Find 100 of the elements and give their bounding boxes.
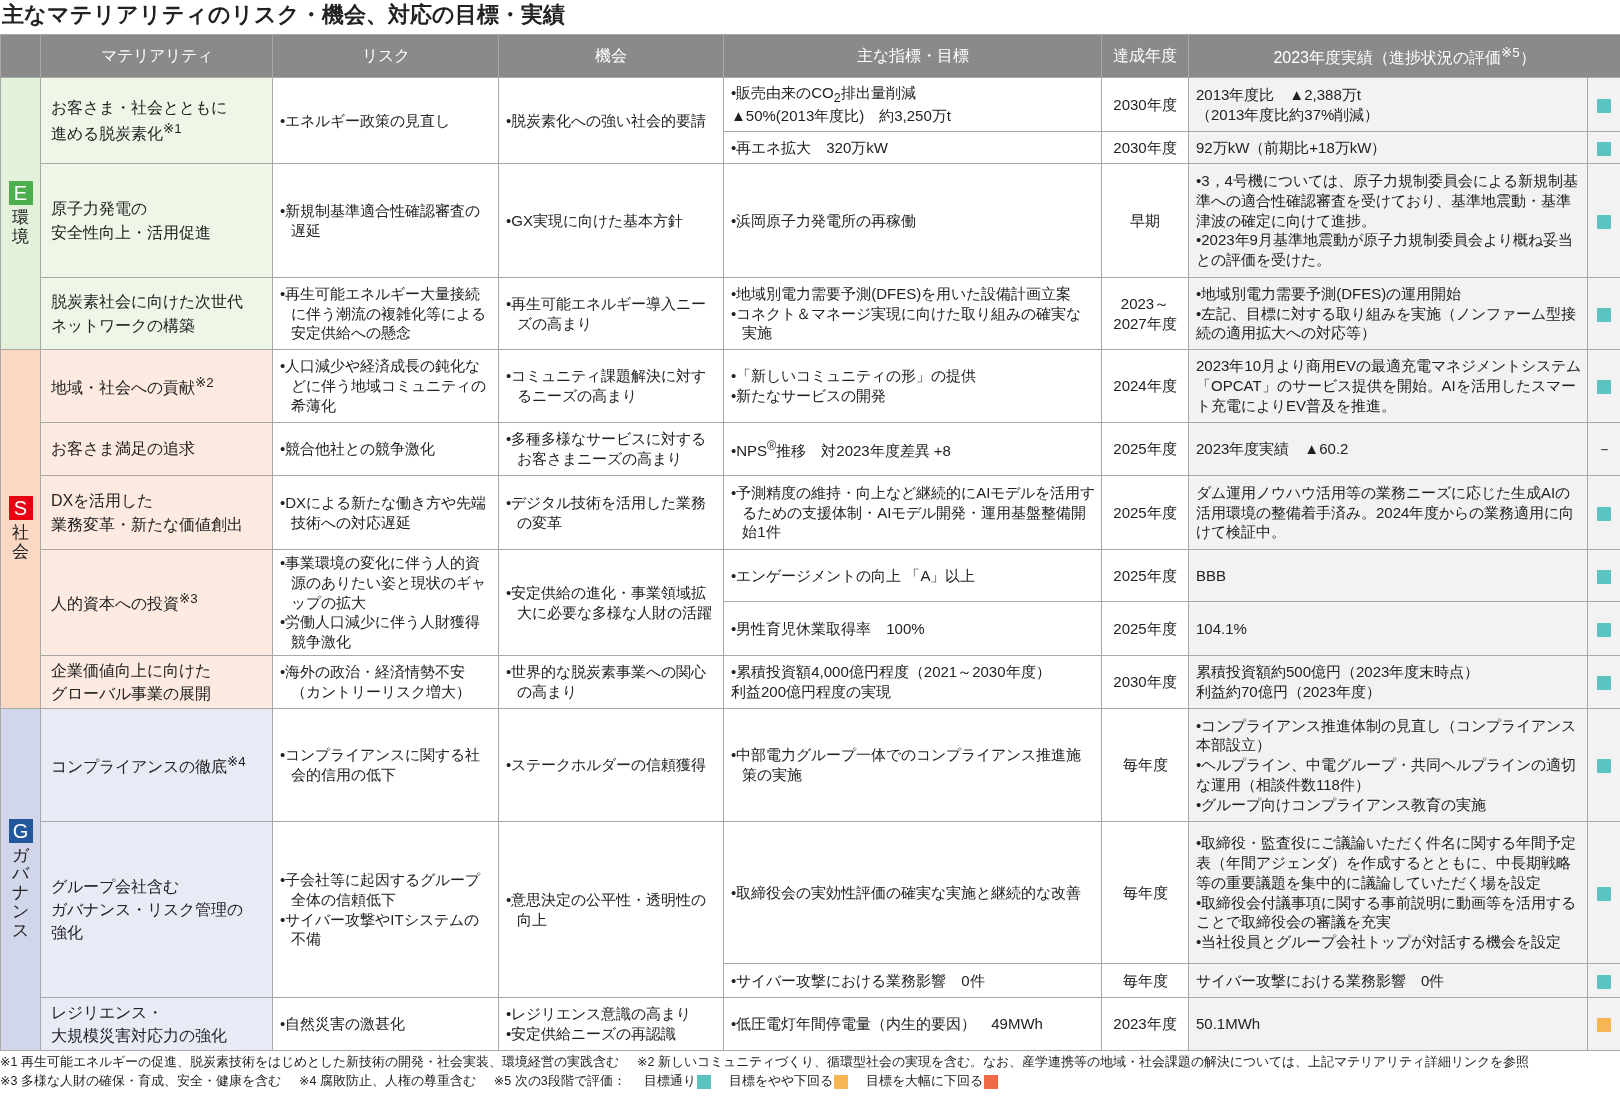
column-header: 機会 [498,34,724,78]
risk-text: •再生可能エネルギー大量接続に伴う潮流の複雑化等による安定供給への懸念 [280,283,488,344]
materiality-name: ネットワークの構築 [51,315,196,336]
materiality-name: 原子力発電の [51,199,148,220]
opportunity-text: •レジリエンス意識の高まり [506,1004,693,1024]
column-header: マテリアリティ [40,34,273,78]
result-text: 利益約70億円（2023年度） [1196,682,1383,702]
legend-label: 目標通り [643,1073,696,1090]
materiality-name: 大規模災害対応力の強化 [51,1026,228,1046]
column-header: リスク [272,34,499,78]
result-text: •グループ向けコンプライアンス教育の実施 [1196,794,1488,815]
target-text: •低圧電灯年間停電量（内生的要因） 49MWh [731,1014,1044,1034]
footnote: ※1 再生可能エネルギーの促進、脱炭素技術をはじめとした新技術の開発・社会実装、環境経営の実践含む [0,1054,619,1071]
materiality-name: お客さま満足の追求 [51,439,196,460]
result-text: ダム運用ノウハウ活用等の業務ニーズに応じた生成AIの活用環境の整備着手済み。2024年度からの業務適用に向けて検証中。 [1196,482,1576,543]
target-text: •浜岡原子力発電所の再稼働 [731,210,918,231]
risk-text: •海外の政治・経済情勢不安（カントリーリスク増大） [280,662,473,702]
footnote: ※2 新しいコミュニティづくり、循環型社会の実現を含む。なお、産学連携等の地域・社会課題の解決については、上記マテリアリティ詳細リンクを参照 [636,1054,1529,1071]
opportunity-text: •ステークホルダーの信頼獲得 [506,755,708,775]
result-text: •地域別電力需要予測(DFES)の運用開始 [1196,283,1463,304]
category-label: ガバナンス [12,846,29,941]
year-cell: 2023～ 2027年度 [1101,277,1189,350]
target-text: •新たなサービスの開発 [731,386,888,406]
opportunity-text: •デジタル技術を活用した業務の変革 [506,492,708,533]
target-text: •再エネ拡大 320万kW [731,137,889,158]
target-text: •中部電力グループ一体でのコンプライアンス推進施策の実施 [731,745,1083,785]
result-text: •取締役・監査役にご議論いただく件名に関する年間予定表（年間アジェンダ）を作成するとともに、中長期戦略等の重要議題を集中的に議論していただく場を設定 [1196,833,1578,893]
result-text: •左記、目標に対する取り組みを実施（ノンファーム型接続の適用拡大への対応等） [1196,303,1578,344]
result-text: •2023年9月基準地震動が原子力規制委員会より概ね妥当との評価を受けた。 [1196,230,1574,270]
rating-text: － [1596,440,1612,458]
result-text: 92万kW（前期比+18万kW） [1196,137,1388,158]
materiality-name: グループ会社含む [51,876,180,897]
materiality-name: 強化 [51,923,84,944]
result-text: •3，4号機については、原子力規制委員会による新規制基準への適合性確認審査を受けており、基準地震動・基準津波の確定に向けて進捗。 [1196,171,1579,231]
target-text: •「新しいコミュニティの形」の提供 [731,366,978,386]
target-text: •取締役会の実効性評価の確実な実施と継続的な改善 [731,882,1083,903]
opportunity-text: •脱炭素化への強い社会的要請 [506,110,708,131]
opportunity-text: •安定供給の進化・事業領域拡大に必要な多様な人財の活躍 [506,582,714,623]
risk-text: •自然災害の激甚化 [280,1014,407,1034]
footnote: ※5 次の3段階で評価： [493,1073,626,1090]
result-text: 2023年10月より商用EVの最適充電マネジメントシステム「OPCAT」のサービス提供を開始。AIを活用したスマート充電によりEV普及を推進。 [1196,356,1582,416]
column-header: 主な指標・目標 [723,34,1102,78]
target-text: •累積投資額4,000億円程度（2021～2030年度） [731,662,1052,682]
result-text: サイバー攻撃における業務影響 0件 [1196,970,1446,991]
result-text: （2013年度比約37%削減） [1196,104,1381,125]
result-text: •コンプライアンス推進体制の見直し（コンプライアンス本部設立） [1196,715,1578,756]
risk-text: •子会社等に起因するグループ全体の信頼低下 [280,869,482,910]
year-cell: 毎年度 [1101,821,1189,964]
materiality-name: グローバル事業の展開 [51,684,212,704]
target-text: •NPS$^{®}$推移 対2023年度差異 +8 [731,437,952,461]
year-cell: 2023年度 [1101,997,1189,1051]
risk-text: •事業環境の変化に伴う人的資源のありたい姿と現状のギャップの拡大 [280,553,488,613]
year-cell: 2025年度 [1101,475,1189,550]
target-text: •販売由来のCO$_{2}$排出量削減 [731,82,917,107]
opportunity-text: •再生可能エネルギー導入ニーズの高まり [506,293,708,334]
result-text: •ヘルプライン、中電グループ・共同ヘルプラインの適切な運用（相談件数118件） [1196,755,1578,795]
materiality-name: 脱炭素社会に向けた次世代 [51,292,244,313]
materiality-name: お客さま・社会とともに [51,97,228,118]
target-text: •コネクト＆マネージ実現に向けた取り組みの確実な実施 [731,303,1083,344]
category-label: 社会 [12,524,29,562]
materiality-name: コンプライアンスの徹底$^{※4}$ [51,752,247,778]
opportunity-text: •世界的な脱炭素事業への関心の高まり [506,662,708,702]
legend-label: 目標をやや下回る [728,1073,833,1090]
column-header: 2023年度実績（進捗状況の評価$^{※5}$） [1188,34,1620,78]
result-text: •取締役会付議事項に関する事前説明に動画等を活用することで取締役会の審議を充実 [1196,892,1578,933]
materiality-name: 安全性向上・活用促進 [51,222,212,243]
materiality-name: ガバナンス・リスク管理の [51,899,244,920]
year-cell: 2025年度 [1101,422,1189,476]
risk-text: •サイバー攻撃やITシステムの不備 [280,909,480,950]
year-cell: 2030年度 [1101,131,1189,164]
materiality-name: 進める脱炭素化$^{※1}$ [51,119,183,145]
category-label: 環境 [12,208,29,247]
target-text: •地域別電力需要予測(DFES)を用いた設備計画立案 [731,283,1073,304]
footnote: ※3 多様な人財の確保・育成、安全・健康を含む [0,1073,281,1090]
opportunity-text: •意思決定の公平性・透明性の向上 [506,889,708,930]
result-text: BBB [1196,565,1227,586]
target-text: •男性育児休業取得率 100% [731,618,926,639]
target-text: •エンゲージメントの向上 「A」以上 [731,565,977,586]
result-text: 104.1% [1196,618,1248,639]
risk-text: •人口減少や経済成長の鈍化などに伴う地域コミュニティの希薄化 [280,356,488,416]
result-text: 累積投資額約500億円（2023年度末時点） [1196,662,1481,682]
opportunity-text: •コミュニティ課題解決に対するニーズの高まり [506,366,708,406]
materiality-name: 人的資本への投資$^{※3}$ [51,590,199,615]
result-text: 2013年度比 ▲2,388万t [1196,84,1362,105]
risk-text: •新規制基準適合性確認審査の遅延 [280,200,482,241]
result-text: •当社役員とグループ会社トップが対話する機会を設定 [1196,932,1563,952]
risk-text: •労働人口減少に伴う人財獲得競争激化 [280,612,482,652]
risk-text: •エネルギー政策の見直し [280,110,452,131]
category-letter: G [8,818,33,843]
risk-text: •競合他社との競争激化 [280,439,437,459]
materiality-name: 企業価値向上に向けた [51,660,212,681]
footnote: ※4 腐敗防止、人権の尊重含む [298,1073,476,1090]
materiality-name: DXを活用した [51,491,155,512]
year-cell: 早期 [1101,163,1189,278]
opportunity-text: •GX実現に向けた基本方針 [506,210,684,231]
year-cell: 2024年度 [1101,349,1189,423]
target-text: ▲50%(2013年度比) 約3,250万t [731,106,952,127]
year-cell: 毎年度 [1101,708,1189,822]
year-cell: 2030年度 [1101,655,1189,709]
year-cell: 2025年度 [1101,601,1189,656]
